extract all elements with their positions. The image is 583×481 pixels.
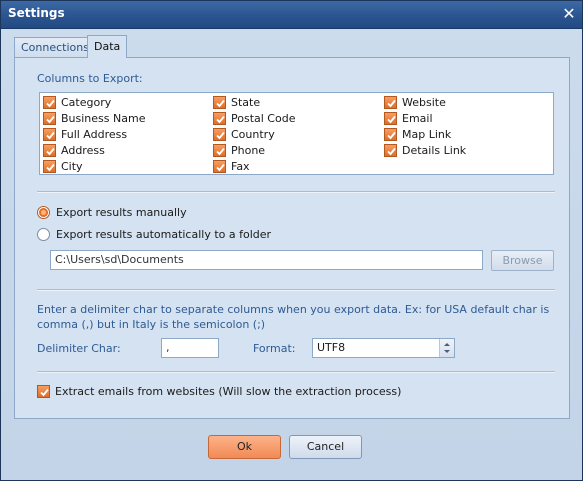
check-icon [387,131,396,140]
column-label: Category [61,96,112,109]
column-checkbox-item[interactable]: Postal Code [213,111,295,126]
column-checkbox-item[interactable]: City [43,159,83,174]
extract-emails-checkbox[interactable] [37,385,50,398]
check-icon [216,163,225,172]
column-label: Fax [231,160,250,173]
title-bar: Settings ✕ [1,1,582,29]
close-icon[interactable]: ✕ [560,5,578,23]
check-icon [46,147,55,156]
column-checkbox[interactable] [213,128,226,141]
check-icon [46,99,55,108]
column-checkbox[interactable] [213,160,226,173]
browse-button[interactable]: Browse [491,250,554,271]
delimiter-description: Enter a delimiter char to separate colum… [37,303,550,331]
check-icon [46,163,55,172]
column-label: Details Link [402,144,467,157]
column-label: Map Link [402,128,452,141]
column-checkbox[interactable] [384,128,397,141]
column-checkbox-item[interactable]: Details Link [384,143,466,158]
column-checkbox[interactable] [384,144,397,157]
check-icon [40,388,49,397]
column-checkbox-item[interactable]: Address [43,143,105,158]
export-auto-radio[interactable] [37,228,50,241]
format-value: UTF8 [317,341,346,354]
format-label: Format: [253,342,296,355]
column-checkbox-item[interactable]: Email [384,111,433,126]
column-checkbox[interactable] [43,160,56,173]
column-checkbox-item[interactable]: Country [213,127,275,142]
window-title: Settings [8,6,65,20]
ok-button[interactable]: Ok [208,435,281,459]
check-icon [216,115,225,124]
column-checkbox-item[interactable]: Fax [213,159,250,174]
tab-connections[interactable]: Connections [14,37,96,57]
column-checkbox[interactable] [384,96,397,109]
columns-label: Columns to Export: [37,72,143,85]
folder-path-input[interactable]: C:\Users\sd\Documents [50,250,483,270]
check-icon [387,147,396,156]
divider [37,191,555,193]
spinner-icon[interactable] [439,339,454,357]
check-icon [387,99,396,108]
data-panel: Columns to Export: Category Business Name… [14,57,570,419]
column-checkbox[interactable] [43,112,56,125]
export-manual-radio[interactable] [37,206,50,219]
cancel-button[interactable]: Cancel [289,435,362,459]
column-checkbox[interactable] [213,96,226,109]
column-checkbox-item[interactable]: State [213,95,260,110]
export-auto-label: Export results automatically to a folder [56,228,272,241]
column-label: City [61,160,83,173]
check-icon [216,99,225,108]
column-checkbox-item[interactable]: Phone [213,143,265,158]
column-checkbox[interactable] [43,144,56,157]
column-checkbox[interactable] [43,96,56,109]
column-label: Business Name [61,112,146,125]
export-auto-option[interactable]: Export results automatically to a folder [37,228,271,241]
column-checkbox[interactable] [43,128,56,141]
divider [37,371,555,373]
check-icon [387,115,396,124]
column-checkbox-item[interactable]: Full Address [43,127,127,142]
columns-list: Category Business Name Full Address Address… [39,92,554,175]
extract-emails-option[interactable]: Extract emails from websites (Will slow … [37,384,401,399]
column-label: Country [231,128,275,141]
column-checkbox-item[interactable]: Category [43,95,111,110]
check-icon [216,131,225,140]
check-icon [46,131,55,140]
column-checkbox[interactable] [384,112,397,125]
settings-window: Settings ✕ Connections Data Columns to E… [0,0,583,481]
column-checkbox-item[interactable]: Website [384,95,446,110]
column-label: Full Address [61,128,128,141]
column-checkbox-item[interactable]: Map Link [384,127,451,142]
divider [37,289,555,291]
column-label: Phone [231,144,266,157]
column-checkbox[interactable] [213,112,226,125]
check-icon [46,115,55,124]
format-select[interactable]: UTF8 [312,338,455,358]
column-label: Email [402,112,433,125]
export-manual-label: Export results manually [56,206,187,219]
column-label: Postal Code [231,112,296,125]
delimiter-char-label: Delimiter Char: [37,342,121,355]
column-label: State [231,96,261,109]
check-icon [216,147,225,156]
column-label: Address [61,144,105,157]
column-label: Website [402,96,446,109]
delimiter-char-input[interactable]: , [161,338,219,358]
column-checkbox-item[interactable]: Business Name [43,111,145,126]
extract-emails-label: Extract emails from websites (Will slow … [55,385,402,398]
tab-data[interactable]: Data [87,35,128,58]
column-checkbox[interactable] [213,144,226,157]
export-manual-option[interactable]: Export results manually [37,206,187,219]
